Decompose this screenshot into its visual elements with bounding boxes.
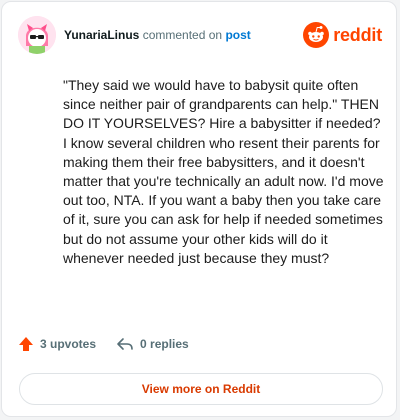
reddit-logo-icon xyxy=(303,22,330,48)
upvote-arrow-icon xyxy=(19,337,33,351)
action-text: commented on xyxy=(142,28,223,42)
comment-body: "They said we would have to babysit quit… xyxy=(63,77,384,266)
view-more-button[interactable]: View more on Reddit xyxy=(19,373,383,405)
avatar-icon xyxy=(18,16,56,54)
reply-count: 0 replies xyxy=(140,337,189,351)
logo-text: reddit xyxy=(333,24,382,45)
username[interactable]: YunariaLinus xyxy=(64,28,139,42)
comment-actions: 3 upvotes 0 replies xyxy=(18,336,189,352)
post-link[interactable]: post xyxy=(225,28,250,42)
comment-meta: YunariaLinus commented on post xyxy=(64,28,251,42)
comment-card: YunariaLinus commented on post reddit "T… xyxy=(1,1,397,417)
reply-button[interactable]: 0 replies xyxy=(116,336,189,352)
reply-arrow-icon xyxy=(117,338,133,350)
avatar[interactable] xyxy=(18,16,56,54)
upvote-count: 3 upvotes xyxy=(40,337,97,351)
upvote-button[interactable]: 3 upvotes xyxy=(18,336,96,352)
reddit-logo[interactable]: reddit xyxy=(303,22,382,48)
comment-header: YunariaLinus commented on post reddit xyxy=(18,16,382,56)
